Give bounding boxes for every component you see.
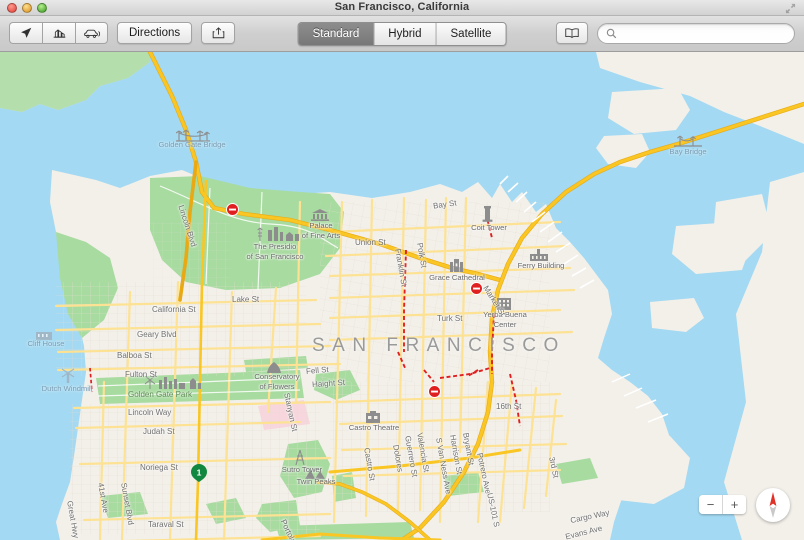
directions-label: Directions [129,27,181,39]
3d-buildings-icon [53,29,65,38]
three-d-view-button[interactable] [42,22,75,44]
map-type-standard[interactable]: Standard [298,23,375,45]
directions-button[interactable]: Directions [117,22,193,44]
map-vector-layer [0,52,804,540]
zoom-control: − + [699,495,746,514]
current-location-button[interactable] [9,22,42,44]
maps-window: San Francisco, California Directions Sta… [0,0,804,540]
location-arrow-icon [21,27,32,38]
car-traffic-icon [83,29,100,38]
zoom-in-button[interactable]: + [723,495,746,514]
window-titlebar: San Francisco, California [0,0,804,16]
toolbar-left-group: Directions [9,22,236,44]
fullscreen-icon[interactable] [785,3,796,14]
map-canvas[interactable]: SAN FRANCISCO Golden Gate Bridge Bay Bri… [0,52,804,540]
search-icon [606,28,617,38]
search-field[interactable] [597,22,795,44]
map-type-hybrid[interactable]: Hybrid [374,23,437,45]
window-title: San Francisco, California [334,1,470,13]
bookmarks-button[interactable] [556,22,588,44]
map-type-satellite[interactable]: Satellite [436,23,506,45]
map-tools-segmented-control [9,22,108,44]
toolbar-right-group [556,22,795,44]
traffic-button[interactable] [75,22,108,44]
search-input[interactable] [622,26,786,40]
main-toolbar: Directions Standard Hybrid Satellite [0,16,804,52]
zoom-out-button[interactable]: − [699,495,722,514]
share-icon [212,27,224,39]
map-type-segmented-control: Standard Hybrid Satellite [297,22,507,46]
book-icon [565,28,579,39]
share-button[interactable] [201,22,236,44]
compass-needle-icon [769,492,777,518]
compass-button[interactable] [756,488,790,522]
